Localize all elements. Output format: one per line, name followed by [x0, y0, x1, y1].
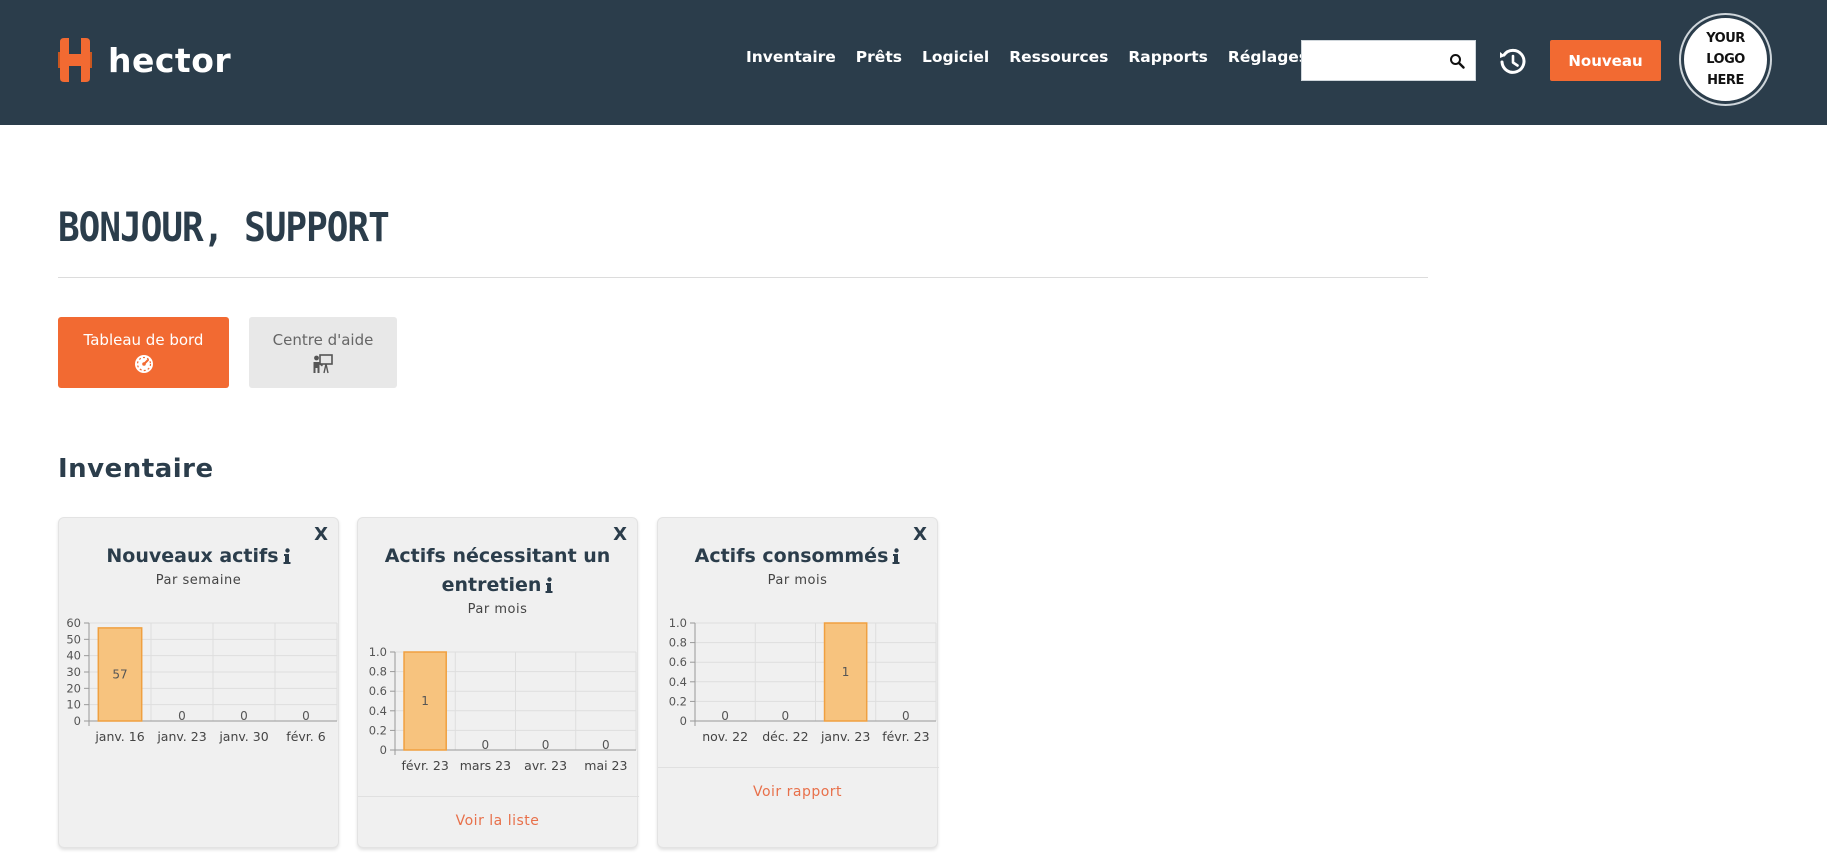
y-tick-label: 0.6 [369, 684, 387, 698]
widget-card-consumed-assets: X Actifs consommés Par mois 0 0.2 0.4 0.6 0.… [657, 517, 939, 848]
nav-prets[interactable]: Prêts [856, 48, 902, 66]
bar-value-label: 0 [178, 709, 186, 723]
y-tick-label: 1.0 [669, 616, 687, 630]
card-title-text: Actifs consommés [694, 545, 889, 567]
main-nav: Inventaire Prêts Logiciel Ressources Rap… [746, 48, 1328, 66]
tab-dashboard[interactable]: Tableau de bord [58, 317, 229, 388]
logo-text-line: LOGO [1706, 52, 1745, 67]
info-icon[interactable] [283, 548, 291, 564]
dashboard-gauge-icon [134, 355, 153, 373]
y-tick-label: 0.6 [669, 655, 687, 669]
card-subtitle: Par mois [467, 602, 528, 617]
y-tick-label: 20 [66, 681, 81, 695]
info-icon[interactable] [545, 577, 553, 593]
x-tick-label: avr. 23 [524, 758, 567, 773]
card-title-line: Actifs nécessitant un [384, 545, 611, 567]
y-tick-label: 1.0 [369, 645, 387, 659]
x-tick-label: févr. 23 [401, 758, 448, 773]
x-tick-label: nov. 22 [702, 729, 748, 744]
widget-card-new-assets: X Nouveaux actifs Par semaine 0 10 20 30 40 5… [58, 517, 339, 848]
tab-help-center[interactable]: Centre d'aide [249, 317, 397, 388]
y-tick-label: 0.2 [669, 694, 687, 708]
y-tick-label: 60 [66, 616, 81, 630]
page-title: BONJOUR, SUPPORT [58, 205, 390, 251]
top-bar: hector Inventaire Prêts Logiciel Ressour… [0, 0, 1827, 125]
chart-new-assets: 0 10 20 30 40 50 60 57 janv. 16 0 janv. 23 0 janv. 3… [66, 616, 338, 744]
x-tick-label: mars 23 [460, 758, 511, 773]
bar-value-label: 0 [482, 738, 490, 752]
widget-card-maintenance-assets: X Actifs nécessitant un entretien Par mo… [357, 517, 639, 848]
card-subtitle: Par semaine [155, 573, 242, 588]
history-icon[interactable] [1498, 47, 1528, 77]
y-tick-label: 0.4 [669, 675, 687, 689]
nav-ressources[interactable]: Ressources [1009, 48, 1108, 66]
card-title: Actifs consommés [668, 542, 927, 571]
bar-value-label: 0 [602, 738, 610, 752]
logo-text-line: YOUR [1706, 31, 1745, 46]
nav-reglages[interactable]: Réglages [1228, 48, 1308, 66]
company-logo-placeholder[interactable]: YOUR LOGO HERE [1681, 15, 1770, 104]
chart-maintenance-assets: 0 0.2 0.4 0.6 0.8 1.0 1 févr. 23 0 mars 23 0 avr. 2… [369, 645, 637, 773]
bar-value-label: 0 [782, 709, 790, 723]
x-tick-label: févr. 6 [286, 729, 325, 744]
view-list-link[interactable]: Voir la liste [358, 813, 637, 829]
tab-dashboard-label: Tableau de bord [83, 331, 204, 349]
y-tick-label: 0 [680, 714, 687, 728]
x-tick-label: févr. 23 [882, 729, 929, 744]
y-tick-label: 10 [66, 698, 81, 712]
y-tick-label: 0 [380, 743, 387, 757]
new-button[interactable]: Nouveau [1550, 40, 1661, 81]
y-tick-label: 50 [66, 632, 81, 646]
card-title: Nouveaux actifs [69, 542, 328, 571]
x-tick-label: janv. 30 [218, 729, 268, 744]
search-icon[interactable] [1449, 53, 1465, 69]
chart-consumed-assets: 0 0.2 0.4 0.6 0.8 1.0 0 nov. 22 0 déc. 22 1 janv. 2… [669, 616, 937, 744]
y-tick-label: 0.8 [669, 636, 687, 650]
y-tick-label: 0 [74, 714, 81, 728]
y-tick-label: 0.2 [369, 723, 387, 737]
card-title: Actifs nécessitant un entretien [368, 542, 627, 600]
y-tick-label: 30 [66, 665, 81, 679]
nav-inventaire[interactable]: Inventaire [746, 48, 836, 66]
x-tick-label: janv. 16 [94, 729, 144, 744]
info-icon[interactable] [892, 548, 900, 564]
divider [58, 277, 1428, 278]
brand-name: hector [108, 40, 232, 80]
y-tick-label: 40 [66, 649, 81, 663]
section-title-inventaire: Inventaire [58, 454, 214, 484]
nav-rapports[interactable]: Rapports [1128, 48, 1208, 66]
bar-value-label: 57 [112, 667, 127, 681]
brand-logo[interactable]: hector [58, 38, 231, 82]
hector-logo-icon [58, 38, 92, 82]
bar-value-label: 0 [721, 709, 729, 723]
logo-text-line: HERE [1707, 73, 1744, 88]
help-center-presenter-icon [313, 354, 333, 374]
x-tick-label: mai 23 [584, 758, 627, 773]
bar-value-label: 0 [240, 709, 248, 723]
view-report-link[interactable]: Voir rapport [658, 784, 937, 800]
x-tick-label: janv. 23 [820, 729, 870, 744]
bar-value-label: 1 [842, 665, 850, 679]
card-title-text: Nouveaux actifs [106, 545, 279, 567]
bar-value-label: 0 [542, 738, 550, 752]
search-input[interactable] [1302, 41, 1442, 80]
y-tick-label: 0.8 [369, 665, 387, 679]
bar-value-label: 0 [902, 709, 910, 723]
card-subtitle: Par mois [767, 573, 828, 588]
x-tick-label: janv. 23 [156, 729, 206, 744]
card-divider [358, 796, 639, 797]
card-divider [658, 767, 939, 768]
bar-value-label: 1 [421, 694, 429, 708]
y-tick-label: 0.4 [369, 704, 387, 718]
nav-logiciel[interactable]: Logiciel [922, 48, 989, 66]
bar-value-label: 0 [302, 709, 310, 723]
search-box [1301, 40, 1476, 81]
x-tick-label: déc. 22 [762, 729, 808, 744]
tab-help-center-label: Centre d'aide [272, 331, 374, 349]
card-title-line: entretien [441, 574, 542, 596]
